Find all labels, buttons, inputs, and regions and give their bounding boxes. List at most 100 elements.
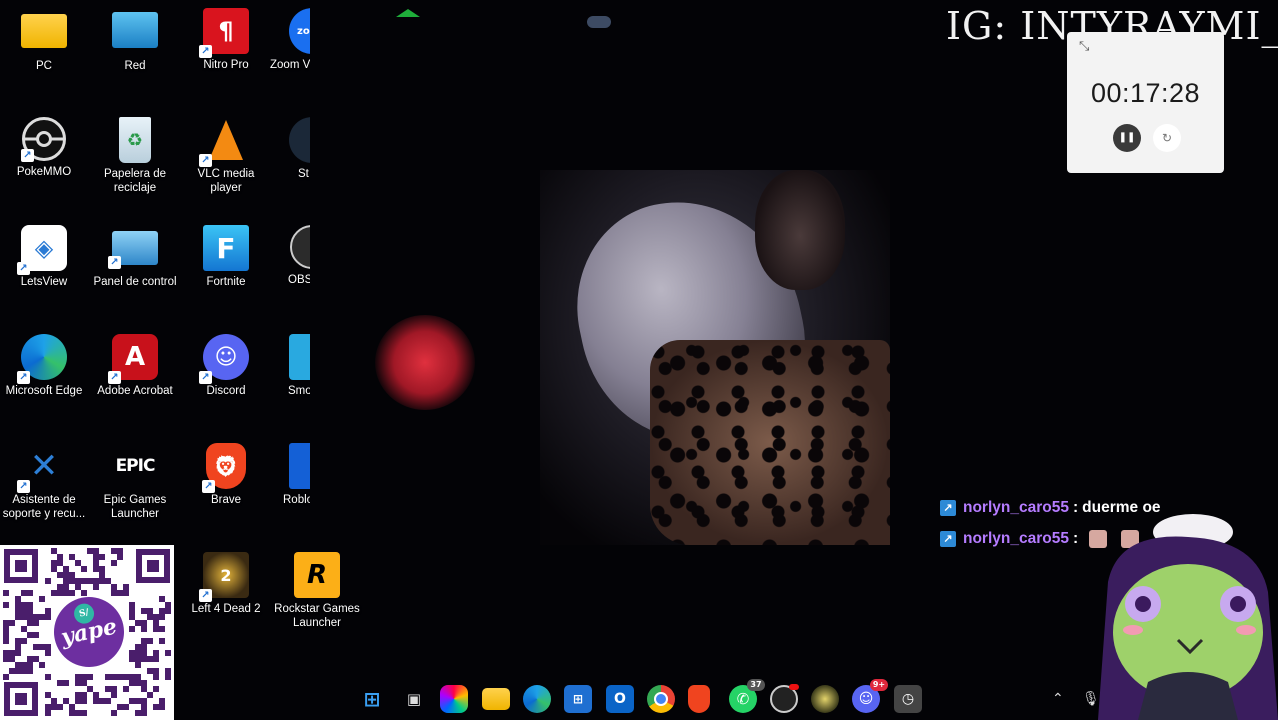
qr-module bbox=[105, 698, 111, 704]
discord-icon[interactable]: ☺ 9+ bbox=[852, 679, 888, 713]
qr-module bbox=[93, 584, 99, 590]
obs-icon[interactable] bbox=[770, 684, 799, 713]
desktop-icon-label: Zoom V bbox=[270, 59, 310, 71]
qr-module bbox=[159, 704, 165, 710]
epic-games-icon: EPIC bbox=[115, 456, 156, 476]
game-icon[interactable] bbox=[811, 685, 839, 713]
desktop-icon-discord[interactable]: ☺ ↗ Discord bbox=[182, 334, 270, 398]
desktop-icon-panel[interactable]: ↗ Panel de control bbox=[91, 225, 179, 289]
copilot-icon[interactable] bbox=[440, 685, 468, 713]
letsview-icon: ◈ ↗ bbox=[17, 225, 67, 275]
qr-module bbox=[39, 596, 45, 602]
obs-recording-dot bbox=[789, 684, 799, 690]
qr-module bbox=[45, 578, 51, 584]
qr-module bbox=[45, 710, 51, 716]
chat-username: norlyn_caro55 bbox=[963, 529, 1069, 547]
qr-module bbox=[69, 590, 75, 596]
microphone-icon[interactable]: 🎙︎ bbox=[1082, 690, 1100, 707]
desktop-icon-label: Asistente de soporte y recu... bbox=[2, 494, 86, 520]
task-view-icon[interactable]: ▣ bbox=[400, 685, 428, 713]
desktop-icon-smo[interactable]: Smo bbox=[270, 334, 310, 398]
desktop-icon-asistente[interactable]: ✕ ↗ Asistente de soporte y recu... bbox=[0, 443, 88, 521]
qr-module bbox=[99, 554, 105, 560]
desktop-icon-letsview[interactable]: ◈ ↗ LetsView bbox=[0, 225, 88, 289]
file-explorer-icon[interactable] bbox=[482, 688, 510, 710]
edge-icon[interactable] bbox=[523, 685, 551, 713]
desktop-icon-brave[interactable]: 🦁︎ ↗ Brave bbox=[182, 443, 270, 507]
timer-widget: ⤡ 00:17:28 ❚❚ ↻ bbox=[1067, 32, 1224, 173]
qr-module bbox=[87, 674, 93, 680]
desktop-icon-edge[interactable]: ↗ Microsoft Edge bbox=[0, 334, 88, 398]
wrench-icon: ✕ ↗ bbox=[17, 443, 67, 493]
shortcut-arrow-icon: ↗ bbox=[108, 371, 121, 384]
desktop-icon-epic[interactable]: EPIC Epic Games Launcher bbox=[91, 443, 179, 521]
qr-module bbox=[9, 620, 15, 626]
qr-module bbox=[129, 626, 135, 632]
desktop-icon-label: Roblo bbox=[283, 494, 310, 506]
desktop-icon-acrobat[interactable]: A ↗ Adobe Acrobat bbox=[91, 334, 179, 398]
desktop-icon-vlc[interactable]: ↗ VLC media player bbox=[182, 117, 270, 195]
desktop-icon-obs[interactable]: OBS bbox=[270, 225, 310, 287]
shortcut-arrow-icon: ↗ bbox=[199, 371, 212, 384]
desktop-column-clipped: zoom Zoom V St OBS Smo Roblo bbox=[270, 0, 310, 530]
qr-module bbox=[81, 566, 87, 572]
nitro-icon: ¶ ↗ bbox=[199, 8, 249, 58]
outlook-icon[interactable]: O bbox=[606, 685, 634, 713]
qr-module bbox=[39, 662, 45, 668]
desktop-icon-label: Left 4 Dead 2 bbox=[191, 603, 261, 615]
desktop-icon-fortnite[interactable]: F Fortnite bbox=[182, 225, 270, 289]
chat-separator: : bbox=[1072, 498, 1079, 516]
desktop-icon-label: VLC media player bbox=[197, 168, 255, 194]
qr-module bbox=[111, 560, 117, 566]
chat-separator: : bbox=[1072, 529, 1079, 547]
desktop-icon-red[interactable]: Red bbox=[91, 8, 179, 73]
qr-module bbox=[15, 650, 21, 656]
qr-finder bbox=[4, 549, 38, 583]
desktop-icon-label: Discord bbox=[206, 385, 246, 397]
desktop-icon-label: Microsoft Edge bbox=[5, 385, 83, 397]
qr-module bbox=[81, 710, 87, 716]
desktop-icon-label: St bbox=[298, 168, 309, 180]
smo-icon bbox=[289, 334, 310, 380]
clock-app-icon[interactable]: ◷ bbox=[894, 685, 922, 713]
desktop-icon-l4d2[interactable]: 2 ↗ Left 4 Dead 2 bbox=[182, 552, 270, 616]
desktop-icon-label: OBS bbox=[288, 274, 310, 286]
shortcut-arrow-icon: ↗ bbox=[17, 480, 30, 493]
qr-module bbox=[111, 692, 117, 698]
desktop-icon-label: Brave bbox=[210, 494, 242, 506]
desktop-icon-pokemmo[interactable]: ↗ PokeMMO bbox=[0, 117, 88, 179]
webcam-feed bbox=[540, 170, 890, 545]
desktop-icon-pc[interactable]: PC bbox=[0, 8, 88, 73]
folder-icon bbox=[21, 14, 67, 48]
desktop-icon-zoom[interactable]: zoom Zoom V bbox=[270, 8, 310, 72]
desktop-icon-papelera[interactable]: ♻ Papelera de reciclaje bbox=[91, 117, 179, 195]
desktop-icon-label: Nitro Pro bbox=[203, 59, 249, 71]
start-button[interactable]: ⊞ bbox=[358, 685, 386, 713]
control-panel-icon: ↗ bbox=[108, 231, 158, 269]
qr-module bbox=[147, 638, 153, 644]
tray-chevron-icon[interactable]: ⌃ bbox=[1052, 690, 1064, 707]
red-light bbox=[375, 315, 475, 410]
pause-icon[interactable]: ❚❚ bbox=[1113, 124, 1141, 152]
desktop-icon-roblox[interactable]: Roblo bbox=[270, 443, 310, 507]
qr-module bbox=[141, 710, 147, 716]
brave-icon[interactable] bbox=[688, 685, 710, 713]
store-icon[interactable]: ⊞ bbox=[564, 685, 592, 713]
chrome-icon[interactable] bbox=[647, 685, 675, 713]
reset-icon[interactable]: ↻ bbox=[1153, 124, 1181, 152]
qr-module bbox=[57, 704, 63, 710]
discord-icon: ☺ ↗ bbox=[199, 334, 249, 384]
green-arrow-icon bbox=[396, 9, 420, 17]
desktop-icon-nitro[interactable]: ¶ ↗ Nitro Pro bbox=[182, 8, 270, 72]
desktop-icon-label: Fortnite bbox=[206, 276, 246, 288]
discord-badge: 9+ bbox=[870, 679, 888, 691]
desktop-icon-steam[interactable]: St bbox=[270, 117, 310, 181]
desktop-icon-rockstar[interactable]: R Rockstar Games Launcher bbox=[273, 552, 361, 630]
desktop-icon-label: Panel de control bbox=[93, 276, 177, 288]
whatsapp-icon[interactable]: ✆ 37 bbox=[729, 679, 765, 713]
qr-finder bbox=[136, 549, 170, 583]
obs-icon bbox=[290, 225, 310, 269]
expand-icon[interactable]: ⤡ bbox=[1079, 38, 1089, 54]
desktop-icon-label: PC bbox=[36, 60, 52, 72]
desktop-icon-label: Adobe Acrobat bbox=[97, 385, 173, 397]
